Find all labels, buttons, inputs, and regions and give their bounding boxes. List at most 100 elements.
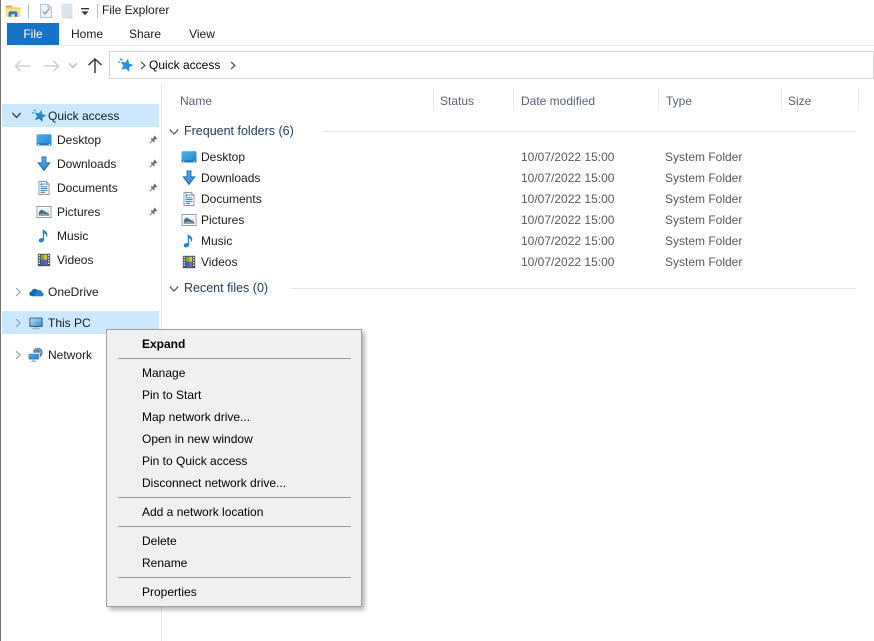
sidebar-item-label[interactable]: Pictures <box>57 204 100 220</box>
new-folder-icon[interactable] <box>59 2 75 23</box>
sidebar-item-label[interactable]: Desktop <box>57 132 101 148</box>
sidebar-item-label[interactable]: Documents <box>57 180 118 196</box>
menu-item-open-in-new-window[interactable]: Open in new window <box>107 428 361 450</box>
pin-icon <box>147 183 158 194</box>
menu-item-rename[interactable]: Rename <box>107 552 361 574</box>
file-row-documents[interactable]: Documents 10/07/2022 15:00 System Folder <box>163 189 874 210</box>
titlebar-separator <box>28 4 29 18</box>
file-row-pictures[interactable]: Pictures 10/07/2022 15:00 System Folder <box>163 210 874 231</box>
column-header-status[interactable]: Status <box>440 89 474 113</box>
column-divider[interactable] <box>658 88 659 110</box>
file-name[interactable]: Desktop <box>201 147 245 168</box>
sidebar-item-documents[interactable]: Documents <box>2 176 159 200</box>
column-divider[interactable] <box>781 88 782 110</box>
menu-item-expand[interactable]: Expand <box>107 333 361 355</box>
sidebar-item-label[interactable]: Downloads <box>57 156 116 172</box>
file-type: System Folder <box>665 189 742 210</box>
file-name[interactable]: Pictures <box>201 210 244 231</box>
menu-item-properties[interactable]: Properties <box>107 581 361 603</box>
this-pc-icon <box>28 315 44 331</box>
onedrive-icon <box>28 284 44 300</box>
group-header-recent-files[interactable]: Recent files (0) <box>169 279 268 298</box>
file-row-downloads[interactable]: Downloads 10/07/2022 15:00 System Folder <box>163 168 874 189</box>
group-header-frequent-folders[interactable]: Frequent folders (6) <box>169 122 294 141</box>
recent-locations-dropdown[interactable] <box>65 47 81 84</box>
pictures-icon <box>181 212 197 228</box>
breadcrumb-chevron-icon[interactable] <box>230 61 236 70</box>
file-explorer-logo-icon[interactable] <box>4 2 22 23</box>
file-date-modified: 10/07/2022 15:00 <box>521 252 614 273</box>
address-bar[interactable]: Quick access <box>109 51 874 79</box>
titlebar-separator <box>97 4 98 18</box>
file-name[interactable]: Downloads <box>201 168 260 189</box>
menu-item-add-a-network-location[interactable]: Add a network location <box>107 501 361 523</box>
tab-file[interactable]: File <box>7 23 59 45</box>
sidebar-item-onedrive[interactable]: OneDrive <box>2 280 159 303</box>
column-header-date-modified[interactable]: Date modified <box>521 89 595 113</box>
file-type: System Folder <box>665 252 742 273</box>
menu-item-disconnect-network-drive[interactable]: Disconnect network drive... <box>107 472 361 494</box>
sidebar-item-videos[interactable]: Videos <box>2 248 159 272</box>
chevron-down-icon[interactable] <box>169 127 179 137</box>
sidebar-item-label[interactable]: Network <box>48 347 92 363</box>
sidebar-item-music[interactable]: Music <box>2 224 159 248</box>
column-header-type[interactable]: Type <box>666 89 692 113</box>
column-divider[interactable] <box>433 88 434 110</box>
chevron-right-icon[interactable] <box>13 317 25 329</box>
menu-item-delete[interactable]: Delete <box>107 530 361 552</box>
titlebar: File Explorer <box>2 0 874 22</box>
column-divider[interactable] <box>513 88 514 110</box>
file-row-videos[interactable]: Videos 10/07/2022 15:00 System Folder <box>163 252 874 273</box>
file-date-modified: 10/07/2022 15:00 <box>521 189 614 210</box>
sidebar-item-quick-access[interactable]: Quick access <box>2 104 159 127</box>
sidebar-item-desktop[interactable]: Desktop <box>2 128 159 152</box>
column-header-name[interactable]: Name <box>180 89 212 113</box>
videos-icon <box>181 254 197 270</box>
network-icon <box>28 347 44 363</box>
sidebar-item-label[interactable]: OneDrive <box>48 284 99 300</box>
chevron-right-icon[interactable] <box>13 286 25 298</box>
file-type: System Folder <box>665 231 742 252</box>
file-row-music[interactable]: Music 10/07/2022 15:00 System Folder <box>163 231 874 252</box>
file-date-modified: 10/07/2022 15:00 <box>521 147 614 168</box>
file-name[interactable]: Music <box>201 231 232 252</box>
menu-item-pin-to-start[interactable]: Pin to Start <box>107 384 361 406</box>
file-type: System Folder <box>665 210 742 231</box>
file-row-desktop[interactable]: Desktop 10/07/2022 15:00 System Folder <box>163 147 874 168</box>
menu-separator <box>118 526 351 528</box>
sidebar-item-label[interactable]: This PC <box>48 315 91 331</box>
menu-item-map-network-drive[interactable]: Map network drive... <box>107 406 361 428</box>
menu-item-manage[interactable]: Manage <box>107 362 361 384</box>
up-button[interactable] <box>84 47 106 84</box>
sidebar-item-pictures[interactable]: Pictures <box>2 200 159 224</box>
properties-icon[interactable] <box>38 2 54 23</box>
videos-icon <box>36 252 52 268</box>
column-divider[interactable] <box>858 88 859 110</box>
sidebar-item-label[interactable]: Videos <box>57 252 93 268</box>
group-header-label[interactable]: Recent files (0) <box>184 279 268 298</box>
file-name[interactable]: Documents <box>201 189 262 210</box>
sidebar-item-label[interactable]: Music <box>57 228 88 244</box>
forward-button[interactable] <box>40 47 62 84</box>
group-header-label[interactable]: Frequent folders (6) <box>184 122 294 141</box>
column-header-size[interactable]: Size <box>788 89 811 113</box>
tab-share[interactable]: Share <box>117 23 173 45</box>
customize-quick-access-toolbar-dropdown[interactable] <box>79 6 91 20</box>
chevron-down-icon[interactable] <box>169 284 179 294</box>
chevron-down-icon[interactable] <box>11 110 23 122</box>
menu-separator <box>118 577 351 579</box>
sidebar-item-downloads[interactable]: Downloads <box>2 152 159 176</box>
file-date-modified: 10/07/2022 15:00 <box>521 168 614 189</box>
tab-home[interactable]: Home <box>57 23 117 45</box>
breadcrumb-chevron-icon[interactable] <box>140 61 146 70</box>
breadcrumb-location[interactable]: Quick access <box>149 58 220 72</box>
file-name[interactable]: Videos <box>201 252 237 273</box>
tab-view[interactable]: View <box>173 23 231 45</box>
navigation-toolbar: Quick access <box>2 47 874 84</box>
pin-icon <box>147 135 158 146</box>
back-button[interactable] <box>12 47 34 84</box>
chevron-right-icon[interactable] <box>13 349 25 361</box>
menu-item-pin-to-quick-access[interactable]: Pin to Quick access <box>107 450 361 472</box>
ribbon-tabs: File Home Share View <box>2 22 874 46</box>
sidebar-item-label[interactable]: Quick access <box>48 108 119 124</box>
